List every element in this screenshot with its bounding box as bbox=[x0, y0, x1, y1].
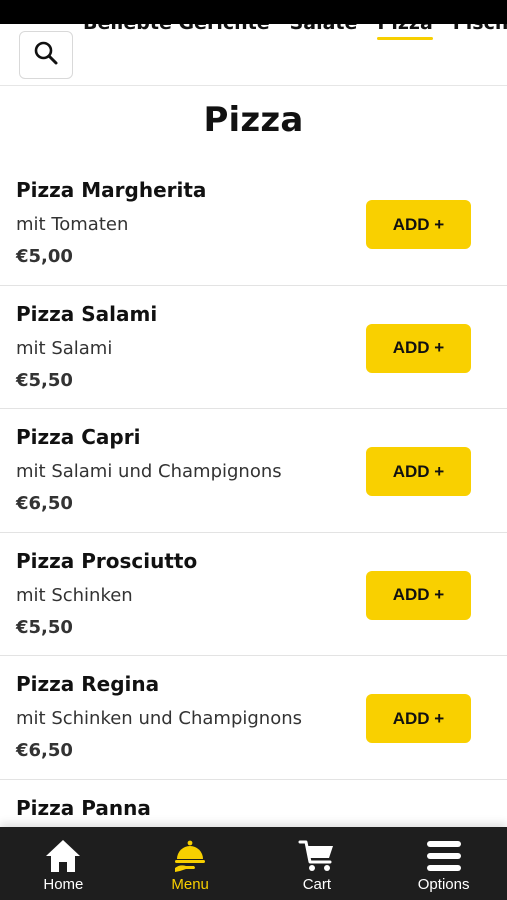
nav-home[interactable]: Home bbox=[0, 827, 127, 900]
nav-cart-label: Cart bbox=[302, 876, 332, 893]
nav-cart[interactable]: Cart bbox=[254, 827, 381, 900]
menu-item: Pizza Regina mit Schinken und Champignon… bbox=[0, 656, 507, 780]
item-name: Pizza Regina bbox=[16, 672, 160, 696]
add-button[interactable]: ADD + bbox=[366, 200, 471, 249]
options-icon bbox=[425, 837, 463, 875]
item-price: €5,00 bbox=[16, 246, 73, 267]
item-description: mit Salami bbox=[16, 337, 113, 359]
item-description: mit Tomaten bbox=[16, 214, 129, 235]
menu-item: Pizza Prosciutto mit Schinken €5,50 ADD … bbox=[0, 533, 507, 656]
tab-pizza[interactable]: Pizza bbox=[377, 24, 434, 40]
item-description: mit Schinken und Champignons bbox=[16, 708, 303, 729]
nav-home-label: Home bbox=[43, 876, 84, 893]
cart-icon bbox=[298, 837, 336, 875]
menu-cloche-icon bbox=[172, 837, 208, 875]
add-button[interactable]: ADD + bbox=[366, 570, 471, 620]
search-button[interactable] bbox=[19, 31, 73, 79]
menu-item: Pizza Capri mit Salami und Champignons €… bbox=[0, 409, 507, 533]
tab-fisch[interactable]: Fisch sp bbox=[453, 24, 507, 40]
item-description: mit Salami und Champignons bbox=[16, 461, 282, 482]
item-price: €6,50 bbox=[16, 493, 73, 514]
menu-item: Pizza Salami mit Salami €5,50 ADD + bbox=[0, 286, 507, 409]
item-name: Pizza Margherita bbox=[16, 178, 207, 202]
add-button[interactable]: ADD + bbox=[366, 447, 471, 496]
item-name: Pizza Capri bbox=[16, 425, 141, 449]
page-title: Pizza bbox=[203, 100, 304, 140]
menu-item: Pizza Margherita mit Tomaten €5,00 ADD + bbox=[0, 162, 507, 286]
search-icon bbox=[33, 40, 59, 70]
top-bar: Beliebte Gerichte Salate Pizza Fisch sp bbox=[0, 24, 507, 86]
tab-salate[interactable]: Salate bbox=[290, 24, 358, 40]
tab-beliebte-gerichte[interactable]: Beliebte Gerichte bbox=[83, 24, 270, 40]
nav-menu-label: Menu bbox=[171, 876, 209, 893]
nav-menu[interactable]: Menu bbox=[127, 827, 254, 900]
item-name: Pizza Salami bbox=[16, 301, 158, 326]
category-tabs: Beliebte Gerichte Salate Pizza Fisch sp bbox=[83, 24, 507, 40]
nav-options-label: Options bbox=[417, 876, 470, 893]
item-description: mit Schinken bbox=[16, 584, 133, 606]
item-name: Pizza Prosciutto bbox=[16, 548, 198, 573]
home-icon bbox=[44, 837, 82, 875]
menu-list: Pizza Margherita mit Tomaten €5,00 ADD +… bbox=[0, 162, 507, 900]
add-button[interactable]: ADD + bbox=[366, 323, 471, 373]
status-bar bbox=[0, 0, 507, 24]
nav-options[interactable]: Options bbox=[380, 827, 507, 900]
bottom-nav: Home Menu Cart Options bbox=[0, 827, 507, 900]
item-price: €6,50 bbox=[16, 740, 73, 761]
add-button[interactable]: ADD + bbox=[366, 694, 471, 743]
item-price: €5,50 bbox=[16, 616, 73, 638]
item-name: Pizza Panna bbox=[16, 795, 151, 820]
item-price: €5,50 bbox=[16, 369, 73, 391]
